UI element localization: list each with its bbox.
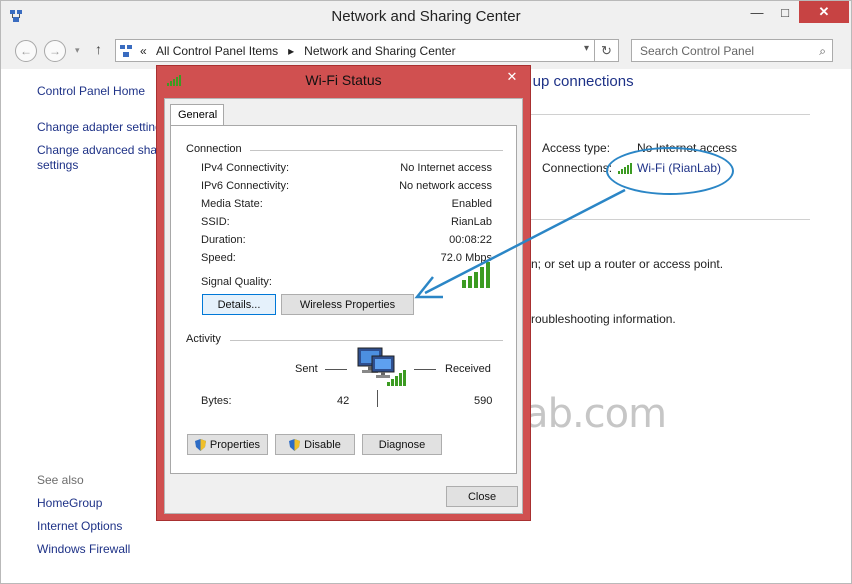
divider	[531, 114, 810, 115]
bytes-received-value: 590	[474, 395, 493, 407]
ipv4-label: IPv4 Connectivity:	[201, 162, 290, 174]
connections-label: Connections:	[542, 161, 613, 175]
properties-button[interactable]: Properties	[187, 434, 268, 455]
search-icon[interactable]: ⌕	[819, 44, 826, 59]
back-button[interactable]: ←	[15, 40, 37, 62]
dialog-title: Wi-Fi Status	[305, 72, 382, 88]
connection-group-label: Connection	[186, 143, 242, 155]
bytes-sent-value: 42	[337, 395, 350, 407]
recent-locations-icon[interactable]: ▾	[75, 45, 80, 56]
search-placeholder: Search Control Panel	[640, 44, 755, 58]
signal-quality-icon	[462, 262, 490, 288]
address-bar[interactable]: « All Control Panel Items ▸ Network and …	[115, 39, 595, 62]
breadcrumb-prefix[interactable]: «	[140, 44, 147, 58]
close-button[interactable]: ✕	[799, 1, 849, 23]
ipv6-label: IPv6 Connectivity:	[201, 180, 290, 192]
sidebar-change-advanced-sharing[interactable]: Change advanced shar	[37, 143, 161, 157]
up-button[interactable]: ↑	[95, 41, 102, 57]
sidebar-windows-firewall[interactable]: Windows Firewall	[37, 542, 130, 556]
network-computers-icon	[357, 347, 406, 386]
refresh-button[interactable]: ↻	[595, 39, 619, 62]
tab-general[interactable]: General	[170, 104, 224, 126]
breadcrumb-all-items[interactable]: All Control Panel Items	[156, 44, 278, 58]
setup-router-text: n; or set up a router or access point.	[531, 257, 724, 271]
disable-button-label: Disable	[304, 438, 341, 451]
uac-shield-icon	[289, 438, 301, 451]
see-also-label: See also	[37, 473, 84, 487]
navigation-bar: ← → ▾ ↑ « All Control Panel Items ▸ Netw…	[1, 31, 851, 69]
main-window: Network and Sharing Center — □ ✕ ← → ▾ ↑…	[0, 0, 852, 584]
ssid-label: SSID:	[201, 216, 230, 228]
uac-shield-icon	[194, 438, 206, 451]
dialog-close-button[interactable]: ✕	[495, 68, 529, 86]
sidebar-control-panel-home[interactable]: Control Panel Home	[37, 84, 145, 98]
sent-line	[325, 369, 347, 370]
activity-group-label: Activity	[186, 333, 221, 345]
sidebar-change-advanced-sharing-cont[interactable]: settings	[37, 158, 78, 172]
dialog-body: General Connection IPv4 Connectivity: No…	[164, 98, 523, 514]
ssid-value: RianLab	[451, 216, 492, 228]
forward-button[interactable]: →	[44, 40, 66, 62]
bytes-label: Bytes:	[201, 395, 232, 407]
minimize-button[interactable]: —	[743, 1, 771, 23]
ipv4-value: No Internet access	[400, 162, 492, 174]
signal-quality-label: Signal Quality:	[201, 276, 272, 288]
control-panel-icon	[120, 45, 132, 57]
duration-value: 00:08:22	[449, 234, 492, 246]
media-state-value: Enabled	[451, 198, 492, 210]
ipv6-value: No network access	[399, 180, 492, 192]
media-state-label: Media State:	[201, 198, 263, 210]
received-label: Received	[445, 363, 491, 375]
title-bar: Network and Sharing Center — □ ✕	[1, 1, 851, 31]
general-tab-panel: Connection IPv4 Connectivity: No Interne…	[170, 125, 517, 474]
wireless-properties-button[interactable]: Wireless Properties	[281, 294, 414, 315]
sidebar-change-adapter-settings[interactable]: Change adapter setting	[37, 120, 162, 134]
dialog-close-action-button[interactable]: Close	[446, 486, 518, 507]
received-line	[414, 369, 436, 370]
sidebar-homegroup[interactable]: HomeGroup	[37, 496, 102, 510]
speed-label: Speed:	[201, 252, 236, 264]
maximize-button[interactable]: □	[771, 1, 799, 23]
properties-button-label: Properties	[209, 438, 261, 451]
diagnose-button[interactable]: Diagnose	[362, 434, 442, 455]
annotation-oval	[606, 147, 734, 195]
breadcrumb-current[interactable]: Network and Sharing Center	[304, 44, 455, 58]
address-dropdown-icon[interactable]: ▾	[584, 43, 589, 54]
troubleshoot-text: roubleshooting information.	[531, 312, 676, 326]
duration-label: Duration:	[201, 234, 246, 246]
sent-label: Sent	[295, 363, 318, 375]
divider	[531, 219, 810, 220]
group-divider	[250, 150, 503, 151]
group-divider	[230, 340, 503, 341]
disable-button[interactable]: Disable	[275, 434, 355, 455]
setup-connections-heading[interactable]: et up connections	[516, 73, 634, 90]
breadcrumb-separator-icon[interactable]: ▸	[288, 44, 294, 58]
details-button[interactable]: Details...	[202, 294, 276, 315]
sidebar-internet-options[interactable]: Internet Options	[37, 519, 122, 533]
wifi-status-dialog: Wi-Fi Status ✕ General Connection IPv4 C…	[156, 65, 531, 521]
breadcrumb: « All Control Panel Items ▸ Network and …	[140, 44, 456, 58]
search-input[interactable]: Search Control Panel ⌕	[631, 39, 833, 62]
access-type-label: Access type:	[542, 141, 611, 155]
bytes-divider	[377, 390, 378, 407]
window-title: Network and Sharing Center	[331, 8, 521, 25]
